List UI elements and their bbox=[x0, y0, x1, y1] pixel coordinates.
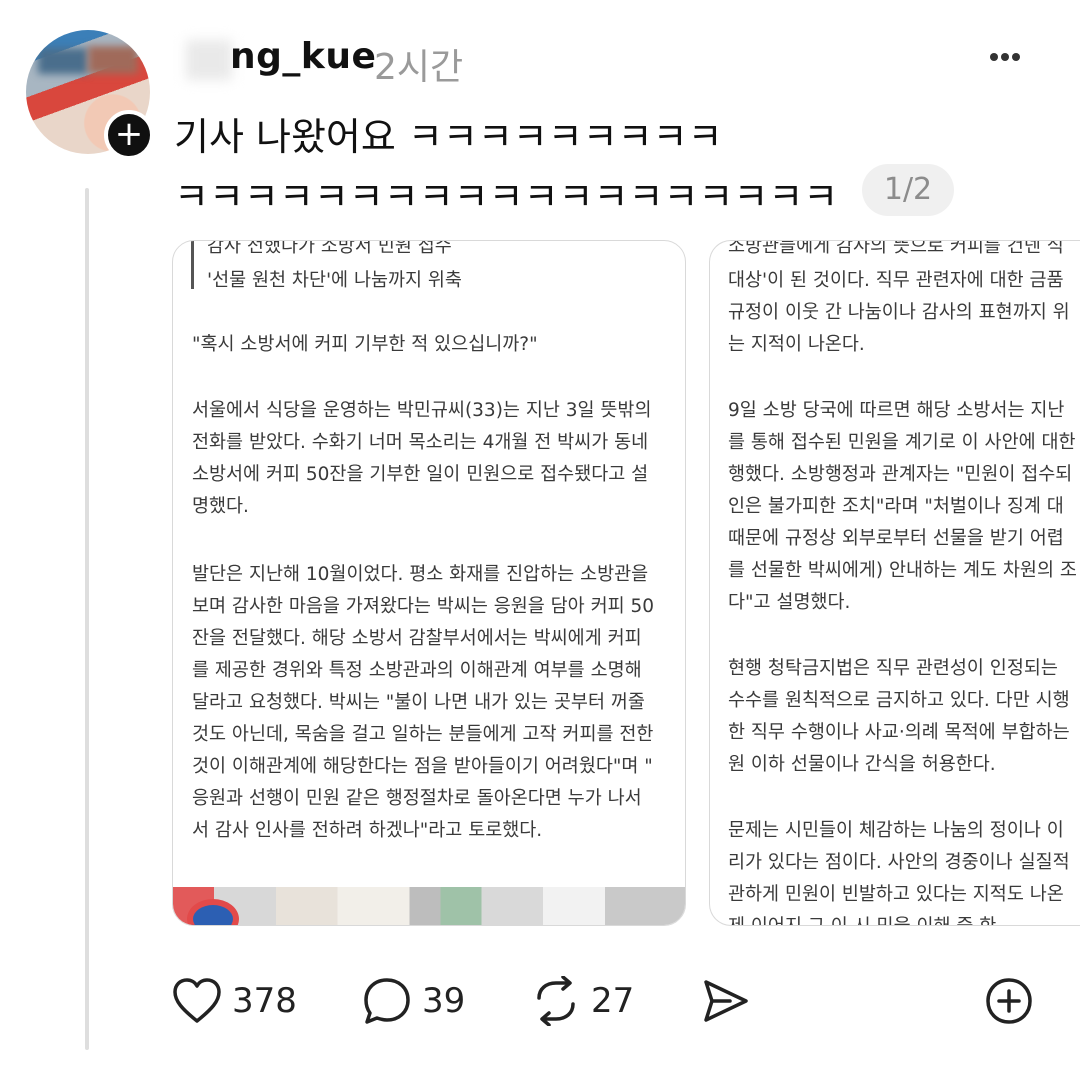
quote-bar bbox=[191, 241, 194, 289]
article-image-1[interactable]: 감사 전했다가 소방서 민원 접수 '선물 원천 차단'에 나눔까지 위축 "혹… bbox=[172, 240, 686, 926]
article-line: 소방관들에게 감사의 뜻으로 커피를 건넨 식 bbox=[728, 240, 1064, 257]
thread-line bbox=[85, 188, 89, 1050]
article-line: 명했다. bbox=[192, 496, 249, 517]
article-line: 발단은 지난해 10월이었다. 평소 화재를 진압하는 소방관을 bbox=[192, 564, 649, 585]
article-subhead: 감사 전했다가 소방서 민원 접수 bbox=[207, 240, 452, 257]
comment-button[interactable]: 39 bbox=[362, 974, 465, 1028]
article-line: 원 이하 선물이나 간식을 허용한다. bbox=[728, 754, 996, 775]
image-counter: 1/2 bbox=[862, 164, 954, 216]
article-photo bbox=[173, 887, 685, 925]
article-line: 인은 불가피한 조치"라며 "처벌이나 징계 대 bbox=[728, 496, 1064, 517]
article-line: 서울에서 식당을 운영하는 박민규씨(33)는 지난 3일 뜻밖의 bbox=[192, 400, 652, 421]
comment-icon bbox=[364, 978, 410, 1024]
article-line: 를 통해 접수된 민원을 계기로 이 사안에 대한 bbox=[728, 432, 1076, 453]
article-line: 때문에 규정상 외부로부터 선물을 받기 어렵 bbox=[728, 528, 1064, 549]
article-line: 를 제공한 경위와 특정 소방관과의 이해관계 여부를 소명해 bbox=[192, 660, 642, 681]
article-line: 대상'이 된 것이다. 직무 관련자에 대한 금품 bbox=[728, 270, 1064, 291]
avatar-blur bbox=[88, 46, 138, 74]
username[interactable]: ng_kue bbox=[230, 36, 376, 77]
article-line: "혹시 소방서에 커피 기부한 적 있으십니까?" bbox=[192, 334, 538, 355]
post-text-line1: 기사 나왔어요 ㅋㅋㅋㅋㅋㅋㅋㅋㅋ bbox=[174, 115, 723, 159]
username-redaction bbox=[186, 40, 232, 80]
action-bar: 378 39 27 bbox=[0, 974, 1080, 1028]
article-line: 를 선물한 박씨에게) 안내하는 계도 차원의 조 bbox=[728, 560, 1077, 581]
heart-icon bbox=[173, 978, 221, 1023]
more-options-icon[interactable] bbox=[990, 42, 1034, 72]
article-line: 제 이어지 그 이 시 민을 이해 중 한 bbox=[728, 911, 996, 925]
article-line: 한 직무 수행이나 사교·의례 목적에 부합하는 bbox=[728, 722, 1070, 743]
comment-count: 39 bbox=[422, 981, 466, 1021]
article-line: 응원과 선행이 민원 같은 행정절차로 돌아온다면 누가 나서 bbox=[192, 788, 642, 809]
article-line: 잔을 전달했다. 해당 소방서 감찰부서에서는 박씨에게 커피 bbox=[192, 628, 642, 649]
avatar-blur bbox=[38, 48, 88, 74]
article-image-2[interactable]: 소방관들에게 감사의 뜻으로 커피를 건넨 식 대상'이 된 것이다. 직무 관… bbox=[709, 240, 1080, 926]
follow-plus-icon[interactable]: + bbox=[104, 110, 154, 160]
like-count: 378 bbox=[232, 981, 297, 1021]
repost-count: 27 bbox=[591, 981, 635, 1021]
send-icon bbox=[704, 980, 748, 1022]
share-button[interactable] bbox=[700, 974, 750, 1028]
article-line: 보며 감사한 마음을 가져왔다는 박씨는 응원을 담아 커피 50 bbox=[192, 596, 655, 617]
article-line: 는 지적이 나온다. bbox=[728, 334, 865, 355]
article-line: 수수를 원칙적으로 금지하고 있다. 다만 시행 bbox=[728, 690, 1070, 711]
post-text-line2: ㅋㅋㅋㅋㅋㅋㅋㅋㅋㅋㅋㅋㅋㅋㅋㅋㅋㅋㅋ bbox=[174, 175, 839, 219]
article-line: 문제는 시민들이 체감하는 나눔의 정이나 이 bbox=[728, 820, 1064, 841]
quote-add-button[interactable] bbox=[984, 974, 1034, 1028]
article-line: 것도 아닌데, 목숨을 걸고 일하는 분들에게 고작 커피를 전한 bbox=[192, 724, 654, 745]
article-line: 소방서에 커피 50잔을 기부한 일이 민원으로 접수됐다고 설 bbox=[192, 464, 649, 485]
article-line: 달라고 요청했다. 박씨는 "불이 나면 내가 있는 곳부터 꺼줄 bbox=[192, 692, 645, 713]
article-line: 행했다. 소방행정과 관계자는 "민원이 접수되 bbox=[728, 464, 1073, 485]
repost-button[interactable]: 27 bbox=[531, 974, 634, 1028]
article-line: 현행 청탁금지법은 직무 관련성이 인정되는 bbox=[728, 658, 1058, 679]
article-line: 것이 이해관계에 해당한다는 점을 받아들이기 어려웠다"며 " bbox=[192, 756, 653, 777]
article-subhead: '선물 원천 차단'에 나눔까지 위축 bbox=[207, 270, 462, 291]
article-line: 다"고 설명했다. bbox=[728, 592, 851, 613]
article-line: 규정이 이웃 간 나눔이나 감사의 표현까지 위 bbox=[728, 302, 1070, 323]
like-button[interactable]: 378 bbox=[172, 974, 297, 1028]
repost-icon bbox=[537, 976, 575, 1026]
article-line: 전화를 받았다. 수화기 너머 목소리는 4개월 전 박씨가 동네 bbox=[192, 432, 649, 453]
article-line: 관하게 민원이 빈발하고 있다는 지적도 나온 bbox=[728, 884, 1064, 905]
article-line: 서 감사 인사를 전하려 하겠나"라고 토로했다. bbox=[192, 820, 543, 841]
article-line: 9일 소방 당국에 따르면 해당 소방서는 지난 bbox=[728, 400, 1065, 421]
article-line: 리가 있다는 점이다. 사안의 경중이나 실질적 bbox=[728, 852, 1070, 873]
post-timestamp: 2시간 bbox=[374, 47, 464, 88]
add-circle-icon bbox=[986, 978, 1032, 1024]
